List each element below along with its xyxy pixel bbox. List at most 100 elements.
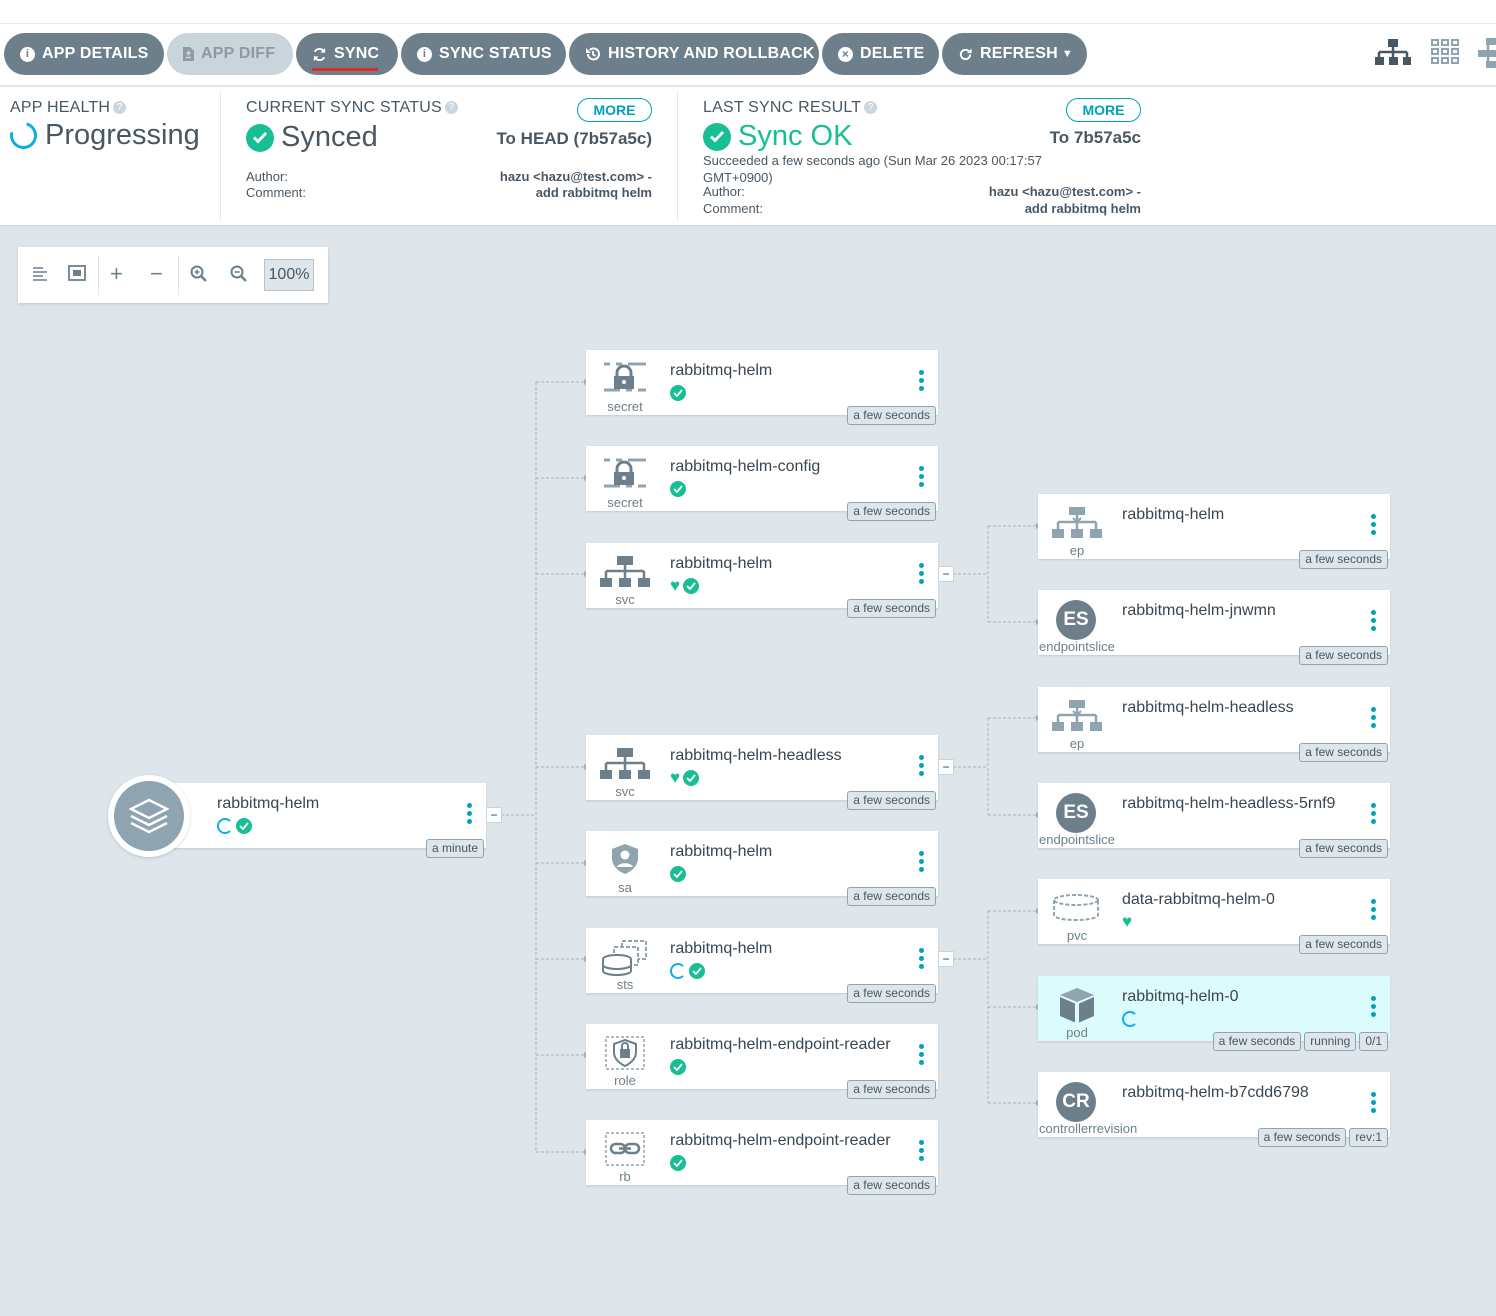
node-menu-icon[interactable] — [467, 803, 472, 827]
age-tag: a few seconds — [847, 1176, 936, 1195]
resource-node-controllerrevision[interactable]: CR controllerrevision rabbitmq-helm-b7cd… — [1038, 1072, 1390, 1147]
node-menu-icon[interactable] — [919, 1140, 924, 1164]
node-kind: pod — [1066, 1025, 1088, 1040]
node-menu-icon[interactable] — [919, 948, 924, 972]
resource-node-sa[interactable]: sa rabbitmq-helm a few seconds — [586, 831, 938, 906]
node-menu-icon[interactable] — [1371, 996, 1376, 1020]
resource-node-pvc[interactable]: pvc data-rabbitmq-helm-0 ♥ a few seconds — [1038, 879, 1390, 954]
node-name: rabbitmq-helm — [1122, 506, 1225, 523]
node-menu-icon[interactable] — [919, 563, 924, 587]
resource-node-endpointslice[interactable]: ES endpointslice rabbitmq-helm-headless-… — [1038, 783, 1390, 858]
collapse-toggle[interactable]: − — [938, 759, 954, 775]
age-tag: a few seconds — [847, 1080, 936, 1099]
revision-tag: rev:1 — [1349, 1128, 1388, 1147]
node-name: rabbitmq-helm-0 — [1122, 988, 1239, 1005]
resource-node-pod[interactable]: pod rabbitmq-helm-0 a few seconds runnin… — [1038, 976, 1390, 1051]
node-menu-icon[interactable] — [1371, 1092, 1376, 1116]
healthy-heart-icon: ♥ — [670, 768, 681, 787]
progressing-icon — [217, 818, 233, 834]
node-menu-icon[interactable] — [1371, 803, 1376, 827]
node-menu-icon[interactable] — [1371, 514, 1376, 538]
resource-node-svc[interactable]: svc rabbitmq-helm ♥ a few seconds — [586, 543, 938, 618]
age-tag: a few seconds — [847, 599, 936, 618]
age-tag: a few seconds — [1299, 935, 1388, 954]
node-name: rabbitmq-helm-headless — [1122, 699, 1294, 716]
collapse-toggle[interactable]: − — [938, 566, 954, 582]
age-tag: a few seconds — [847, 984, 936, 1003]
node-kind: ep — [1069, 543, 1085, 558]
synced-icon — [670, 1059, 686, 1075]
node-kind: secret — [607, 495, 643, 510]
progressing-icon — [670, 963, 686, 979]
node-name: rabbitmq-helm-jnwmn — [1122, 602, 1276, 619]
progressing-icon — [1122, 1011, 1138, 1027]
synced-icon — [670, 481, 686, 497]
node-status — [670, 866, 686, 882]
app-root-node[interactable]: rabbitmq-helm a minute — [150, 783, 486, 858]
node-kind: secret — [607, 399, 643, 414]
age-tag: a few seconds — [1299, 646, 1388, 665]
resource-node-rb[interactable]: rb rabbitmq-helm-endpoint-reader a few s… — [586, 1120, 938, 1195]
node-name: rabbitmq-helm — [670, 843, 773, 860]
resource-node-secret[interactable]: secret rabbitmq-helm-config a few second… — [586, 446, 938, 521]
node-menu-icon[interactable] — [1371, 707, 1376, 731]
node-kind: svc — [615, 784, 635, 799]
node-kind: sts — [616, 977, 634, 992]
synced-icon — [670, 1155, 686, 1171]
node-menu-icon[interactable] — [919, 755, 924, 779]
node-status — [670, 1059, 686, 1075]
resource-node-sts[interactable]: sts rabbitmq-helm a few seconds — [586, 928, 938, 1003]
node-menu-icon[interactable] — [919, 466, 924, 490]
node-name: rabbitmq-helm-headless-5rnf9 — [1122, 795, 1336, 812]
resource-node-endpointslice[interactable]: ES endpointslice rabbitmq-helm-jnwmn a f… — [1038, 590, 1390, 665]
kind-abbr: ES — [1056, 793, 1096, 833]
synced-icon — [683, 770, 700, 786]
collapse-toggle[interactable]: − — [486, 807, 502, 823]
node-name: rabbitmq-helm — [670, 940, 773, 957]
node-status: ♥ — [1122, 913, 1132, 930]
node-name: rabbitmq-helm — [217, 795, 320, 812]
resource-node-ep[interactable]: ep rabbitmq-helm-headless a few seconds — [1038, 687, 1390, 762]
synced-icon — [236, 818, 252, 834]
age-tag: a few seconds — [1299, 743, 1388, 762]
node-name: rabbitmq-helm-config — [670, 458, 821, 475]
node-status — [670, 481, 686, 497]
node-menu-icon[interactable] — [919, 370, 924, 394]
node-name: rabbitmq-helm — [670, 555, 773, 572]
synced-icon — [683, 578, 700, 594]
age-tag: a few seconds — [847, 791, 936, 810]
age-tag: a minute — [425, 839, 484, 858]
synced-icon — [670, 866, 686, 882]
resource-node-secret[interactable]: secret rabbitmq-helm a few seconds — [586, 350, 938, 425]
node-kind: svc — [615, 592, 635, 607]
node-name: rabbitmq-helm-b7cdd6798 — [1122, 1084, 1309, 1101]
node-menu-icon[interactable] — [919, 851, 924, 875]
age-tag: a few seconds — [847, 502, 936, 521]
node-kind: controllerrevision — [1039, 1121, 1138, 1136]
node-menu-icon[interactable] — [1371, 610, 1376, 634]
kind-abbr: CR — [1056, 1082, 1096, 1122]
kind-abbr: ES — [1056, 600, 1096, 640]
node-kind: endpointslice — [1039, 832, 1115, 847]
node-kind: endpointslice — [1039, 639, 1115, 654]
resource-node-ep[interactable]: ep rabbitmq-helm a few seconds — [1038, 494, 1390, 569]
age-tag: a few seconds — [1299, 550, 1388, 569]
resource-node-svc[interactable]: svc rabbitmq-helm-headless ♥ a few secon… — [586, 735, 938, 810]
node-kind: rb — [619, 1169, 631, 1184]
app-icon — [108, 775, 190, 857]
node-status — [1122, 1011, 1138, 1027]
node-status — [217, 818, 252, 834]
node-status: ♥ — [670, 577, 700, 594]
node-menu-icon[interactable] — [1371, 899, 1376, 923]
node-name: rabbitmq-helm-endpoint-reader — [670, 1036, 891, 1053]
age-tag: a few seconds — [847, 887, 936, 906]
node-menu-icon[interactable] — [919, 1044, 924, 1068]
age-tag: a few seconds — [1299, 839, 1388, 858]
node-name: data-rabbitmq-helm-0 — [1122, 891, 1275, 908]
node-kind: ep — [1069, 736, 1085, 751]
collapse-toggle[interactable]: − — [938, 951, 954, 967]
resource-node-role[interactable]: role rabbitmq-helm-endpoint-reader a few… — [586, 1024, 938, 1099]
node-kind: pvc — [1066, 928, 1088, 943]
synced-icon — [689, 963, 705, 979]
age-tag: a few seconds — [847, 406, 936, 425]
